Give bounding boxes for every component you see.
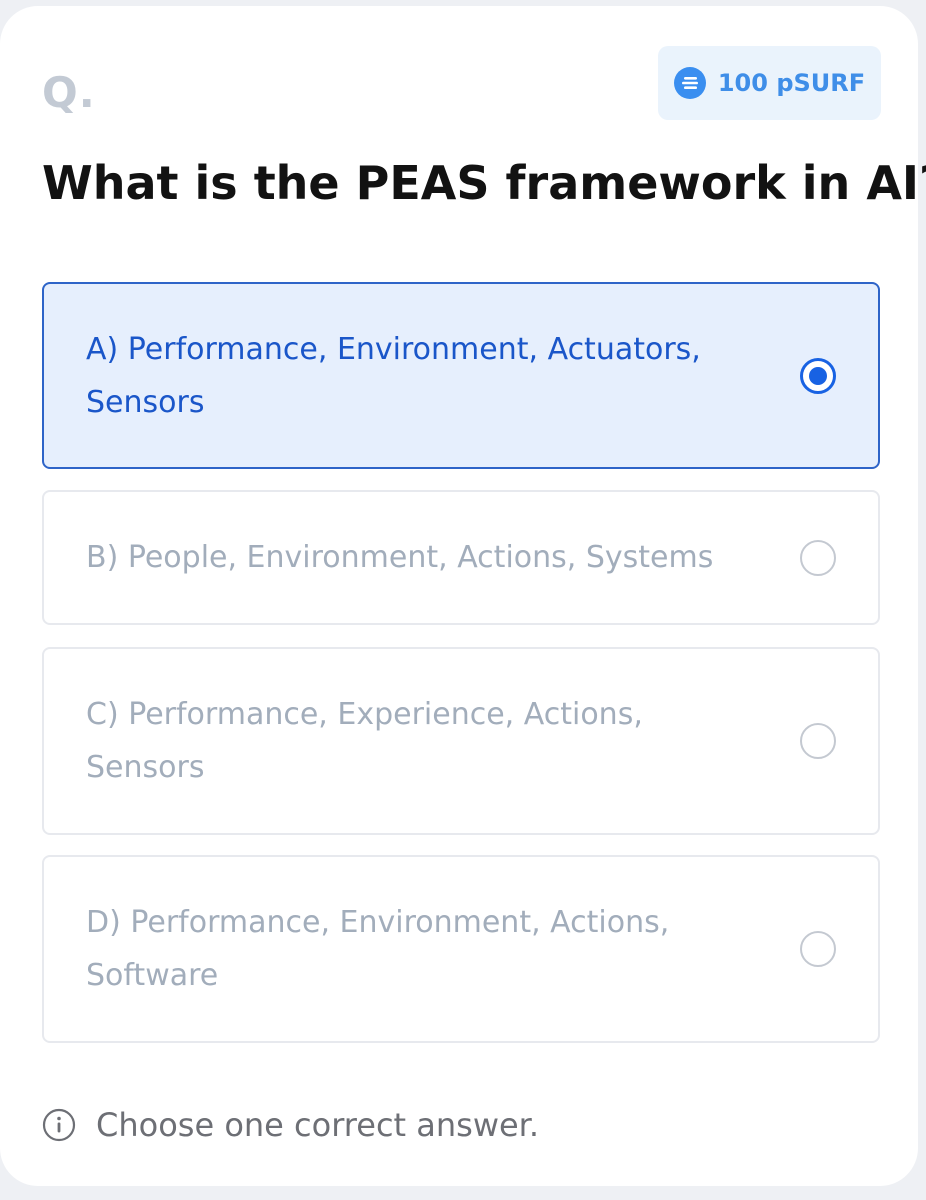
radio-unselected-icon[interactable] xyxy=(800,723,836,759)
option-label: A) Performance, Environment, Actuators, … xyxy=(86,331,701,420)
option-c[interactable]: C) Performance, Experience, Actions, Sen… xyxy=(42,647,880,835)
option-label: B) People, Environment, Actions, Systems xyxy=(86,540,714,575)
radio-unselected-icon[interactable] xyxy=(800,539,836,576)
option-label: C) Performance, Experience, Actions, Sen… xyxy=(86,697,643,785)
question-text: What is the PEAS framework in AI? xyxy=(42,156,926,210)
info-icon xyxy=(42,1108,76,1142)
option-d[interactable]: D) Performance, Environment, Actions, So… xyxy=(42,855,880,1043)
reward-amount: 100 pSURF xyxy=(717,69,866,97)
option-b[interactable]: B) People, Environment, Actions, Systems xyxy=(42,490,880,625)
radio-selected-icon[interactable] xyxy=(800,357,836,394)
hint-text: Choose one correct answer. xyxy=(96,1106,540,1144)
answer-hint: Choose one correct answer. xyxy=(42,1106,539,1144)
question-marker: Q. xyxy=(42,68,96,117)
quiz-card: Q. 100 pSURF What is the PEAS framework … xyxy=(0,6,926,1186)
option-label: D) Performance, Environment, Actions, So… xyxy=(86,905,670,993)
radio-unselected-icon[interactable] xyxy=(800,931,836,967)
token-coin-icon xyxy=(673,67,706,99)
reward-badge: 100 pSURF xyxy=(658,46,881,120)
option-a[interactable]: A) Performance, Environment, Actuators, … xyxy=(42,282,880,469)
